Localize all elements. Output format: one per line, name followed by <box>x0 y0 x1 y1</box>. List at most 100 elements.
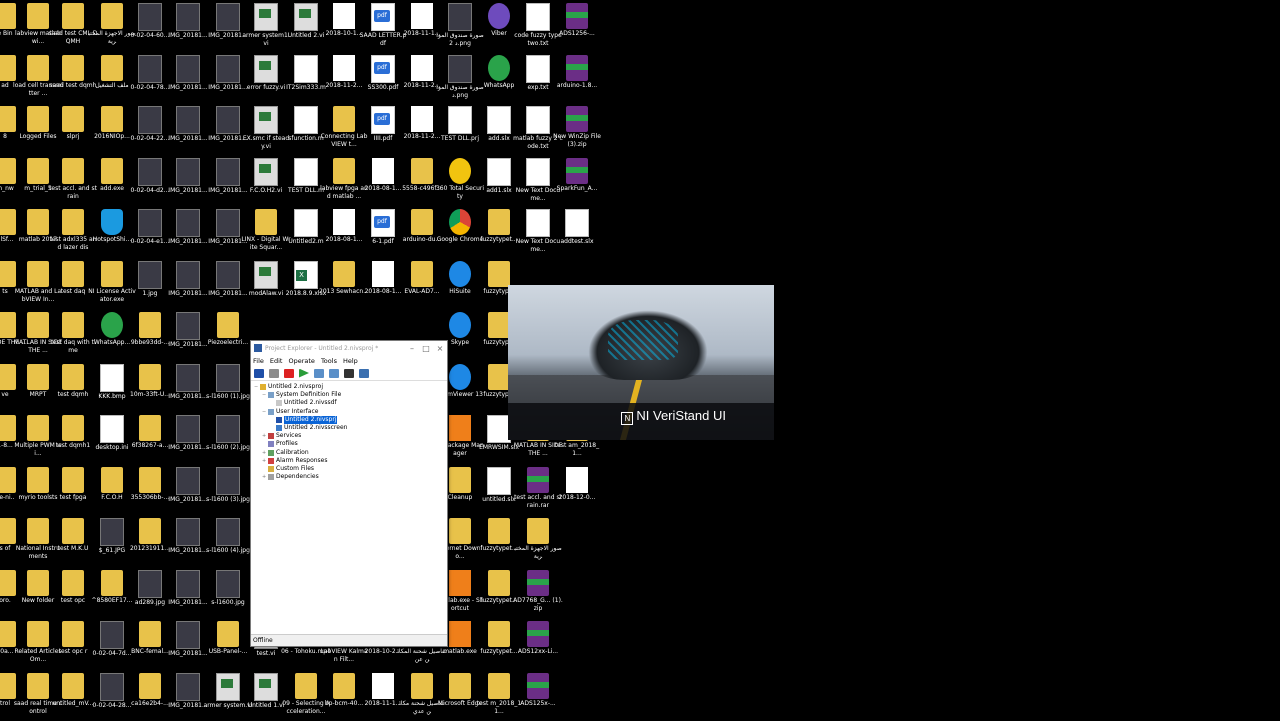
tree-node-icon <box>268 433 274 440</box>
desktop-icon[interactable]: addtest.slx <box>552 207 602 257</box>
menu-operate[interactable]: Operate <box>288 357 314 365</box>
file-icon <box>62 106 84 132</box>
desktop-icon-label: s-l1600 (1).jpg <box>206 392 250 400</box>
tree-node[interactable]: − User Interface <box>254 408 444 416</box>
file-icon <box>176 672 200 701</box>
desktop-icon-label: ADS125x-... <box>520 699 556 707</box>
menu-tools[interactable]: Tools <box>321 357 337 365</box>
tree-node-icon <box>276 425 282 432</box>
file-icon <box>371 209 395 237</box>
maximize-icon[interactable]: □ <box>419 344 433 353</box>
file-icon <box>176 569 200 598</box>
tree-node-label: Services <box>276 432 302 440</box>
file-icon <box>176 363 200 392</box>
file-icon <box>62 569 84 596</box>
minimize-icon[interactable]: – <box>405 344 419 353</box>
file-icon <box>139 518 161 544</box>
file-icon <box>27 157 49 184</box>
tree-node[interactable]: Untitled 2.nivsprj <box>254 415 444 424</box>
run-icon[interactable] <box>299 368 309 378</box>
desktop-icon[interactable]: s-l1600 (1).jpg <box>203 362 253 412</box>
tree-node[interactable]: + Services <box>254 432 444 440</box>
undeploy-icon[interactable] <box>329 368 339 378</box>
file-icon <box>526 209 550 237</box>
desktop-icon[interactable]: s-l1600 (2).jpg <box>203 413 253 463</box>
file-icon <box>449 312 471 338</box>
file-icon <box>216 260 240 289</box>
desktop-icon-label: addtest.slx <box>560 238 594 245</box>
desktop-icon[interactable]: s-l1600 (4).jpg <box>203 516 253 566</box>
desktop-icon[interactable]: Piezoelectri... <box>203 310 253 360</box>
file-icon <box>139 672 161 699</box>
file-icon <box>176 106 200 134</box>
file-icon <box>526 157 550 186</box>
file-icon <box>411 157 433 184</box>
file-icon <box>216 209 240 237</box>
properties-icon[interactable] <box>269 368 279 378</box>
file-icon <box>294 209 318 237</box>
desktop-icon[interactable]: ADS1256-... <box>552 1 602 51</box>
file-icon <box>101 466 123 493</box>
file-icon <box>216 466 240 495</box>
menu-file[interactable]: File <box>253 357 264 365</box>
file-icon <box>27 106 49 132</box>
tree-node-icon <box>276 416 282 423</box>
brand-title: N NI VeriStand UI <box>621 408 726 425</box>
desktop-icon[interactable]: ADS125x-... <box>513 671 563 721</box>
file-icon <box>527 466 549 493</box>
file-icon <box>254 54 278 83</box>
file-icon <box>62 466 84 493</box>
tree-node-icon <box>268 449 274 456</box>
file-icon <box>27 621 49 647</box>
file-icon <box>488 569 510 596</box>
desktop-icon[interactable]: s-l1600.jpg <box>203 568 253 618</box>
tree-node-label: Untitled 2.nivssdf <box>284 399 337 407</box>
desktop-icon[interactable]: AD7768_G... (1).zip <box>513 568 563 618</box>
title-bar[interactable]: Project Explorer - Untitled 2.nivsproj *… <box>251 341 447 355</box>
tree-node-label: User Interface <box>276 407 319 415</box>
file-icon <box>488 54 510 81</box>
file-icon <box>176 466 200 495</box>
tree-node[interactable]: − Untitled 2.nivsproj <box>254 383 444 391</box>
file-icon <box>333 3 355 29</box>
file-icon <box>294 106 318 134</box>
file-icon <box>333 157 355 184</box>
desktop-icon[interactable]: SparkFun_A... <box>552 156 602 206</box>
file-icon <box>27 672 49 699</box>
tree-node-icon <box>268 392 274 399</box>
desktop-icon[interactable]: صور الاجهزة المختبرية <box>513 516 563 566</box>
file-icon <box>176 157 200 186</box>
desktop-icon[interactable]: s-l1600 (3).jpg <box>203 465 253 515</box>
save-icon[interactable] <box>254 368 264 378</box>
delete-icon[interactable] <box>284 368 294 378</box>
file-icon <box>488 621 510 647</box>
project-explorer-window[interactable]: Project Explorer - Untitled 2.nivsproj *… <box>250 340 448 647</box>
binoculars-icon[interactable] <box>344 368 354 378</box>
desktop-icon-label: arduino-1.8... <box>556 81 598 89</box>
menu-help[interactable]: Help <box>343 357 358 365</box>
file-icon <box>62 518 84 544</box>
file-icon <box>372 672 394 699</box>
desktop-icon[interactable]: 2018-12-0... <box>552 465 602 515</box>
desktop-icon-label: test am_2018_1... <box>554 442 600 457</box>
desktop-icon[interactable]: New WinZip File (3).zip <box>552 104 602 154</box>
file-icon <box>176 621 200 649</box>
screen-icon[interactable] <box>359 368 369 378</box>
veristand-splash: N NI VeriStand UI <box>508 285 774 440</box>
tree-node[interactable]: + Dependencies <box>254 473 444 481</box>
file-icon <box>411 3 433 29</box>
desktop-icon[interactable]: ADS12xx-Li... <box>513 619 563 669</box>
close-icon[interactable]: × <box>433 344 447 353</box>
tree-node[interactable]: Profiles <box>254 440 444 448</box>
menu-edit[interactable]: Edit <box>270 357 283 365</box>
tree-node[interactable]: Untitled 2.nivsscreen <box>254 424 444 432</box>
tree-node-icon <box>268 441 274 448</box>
tree-node[interactable]: − System Definition File <box>254 391 444 399</box>
tree-node[interactable]: Custom Files <box>254 465 444 473</box>
desktop-icon[interactable]: arduino-1.8... <box>552 53 602 103</box>
menu-bar: File Edit Operate Tools Help <box>251 355 447 366</box>
tree-node[interactable]: + Alarm Responses <box>254 457 444 465</box>
deploy-icon[interactable] <box>314 368 324 378</box>
tree-node[interactable]: + Calibration <box>254 449 444 457</box>
tree-node[interactable]: Untitled 2.nivssdf <box>254 399 444 407</box>
